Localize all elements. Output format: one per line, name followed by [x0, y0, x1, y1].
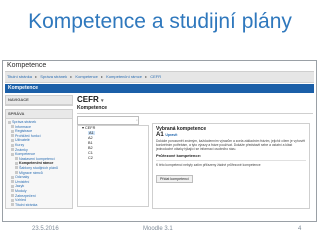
breadcrumb-site-admin[interactable]: Správa stránek	[40, 74, 67, 79]
folder-icon	[11, 152, 14, 156]
folder-icon	[11, 194, 14, 198]
detail-description: Dokáže porozumět známým, každodenním výr…	[156, 139, 305, 151]
admin-item-front-page[interactable]: Titulní stránka	[11, 203, 70, 208]
tree-item[interactable]: C2	[88, 156, 148, 161]
breadcrumb-home[interactable]: Titulní stránka	[7, 74, 32, 79]
add-competency-button[interactable]: Přidat kompetenci	[156, 175, 193, 183]
detail-code: A1 Upravit	[156, 132, 178, 138]
folder-icon	[11, 184, 14, 188]
breadcrumb-cefr[interactable]: CEFR	[150, 74, 161, 79]
folder-icon	[11, 189, 14, 193]
page-icon	[15, 161, 18, 165]
footer-center: Moodle 3.1	[143, 226, 173, 232]
search-icon: ⌕	[136, 118, 138, 122]
page-header-title: Kompetence	[8, 85, 39, 91]
breadcrumb-separator-icon: ▸	[145, 74, 148, 79]
moodle-screenshot: Kompetence Titulní stránka ▸ Správa strá…	[2, 60, 317, 222]
breadcrumb: Titulní stránka ▸ Správa stránek ▸ Kompe…	[5, 71, 314, 83]
breadcrumb-frameworks[interactable]: Kompetenční rámce	[106, 74, 142, 79]
chevron-down-icon[interactable]: ▾	[101, 98, 104, 104]
page-icon	[15, 157, 18, 161]
folder-icon	[11, 203, 14, 207]
main-content: CEFR ▾ Kompetence ⌕ ▾ CEFR A1 A2 B1 B2 C…	[77, 95, 313, 221]
page-header-bar: Kompetence	[5, 84, 314, 93]
search-input[interactable]: ⌕	[77, 116, 139, 125]
breadcrumb-separator-icon: ▸	[35, 74, 38, 79]
admin-tree: Správa stránek Informace Registrace Proh…	[6, 119, 72, 208]
divider	[77, 113, 313, 114]
divider	[156, 160, 306, 161]
competency-detail-panel: Vybraná kompetence A1 Upravit Dokáže por…	[152, 123, 310, 209]
footer-date: 23.5.2016	[32, 226, 59, 232]
tree-toggle-icon[interactable]: ▾	[82, 126, 84, 130]
edit-link[interactable]: Upravit	[165, 133, 177, 137]
folder-icon	[8, 120, 11, 124]
administration-block: SPRÁVA Správa stránek Informace Registra…	[5, 109, 73, 210]
breadcrumb-competencies[interactable]: Kompetence	[75, 74, 97, 79]
navigation-block: NAVIGACE	[5, 95, 73, 106]
administration-block-title[interactable]: SPRÁVA	[6, 110, 72, 119]
breadcrumb-separator-icon: ▸	[101, 74, 104, 79]
page-icon	[15, 171, 18, 175]
left-column: NAVIGACE SPRÁVA Správa stránek Informace…	[5, 95, 73, 221]
page-number: 4	[298, 226, 302, 232]
section-heading: Kompetence	[77, 105, 108, 111]
page-icon	[11, 134, 14, 138]
linked-competencies-text: K této kompetenci nebyly zatím přiřazeny…	[156, 163, 261, 167]
folder-icon	[11, 175, 14, 179]
slide-title: Kompetence a studijní plány	[28, 10, 292, 33]
page-icon	[11, 129, 14, 133]
site-name: Kompetence	[7, 62, 47, 69]
folder-icon	[11, 138, 14, 142]
folder-icon	[11, 148, 14, 152]
linked-competencies-label: Průřezové kompetence:	[156, 153, 202, 158]
navigation-block-title[interactable]: NAVIGACE	[6, 96, 72, 105]
folder-icon	[11, 198, 14, 202]
folder-icon	[11, 180, 14, 184]
info-icon	[11, 125, 14, 129]
breadcrumb-separator-icon: ▸	[70, 74, 73, 79]
page-title: CEFR ▾	[77, 95, 104, 104]
page-icon	[15, 166, 18, 170]
folder-icon	[11, 143, 14, 147]
competency-tree: ▾ CEFR A1 A2 B1 B2 C1 C2	[77, 125, 149, 207]
